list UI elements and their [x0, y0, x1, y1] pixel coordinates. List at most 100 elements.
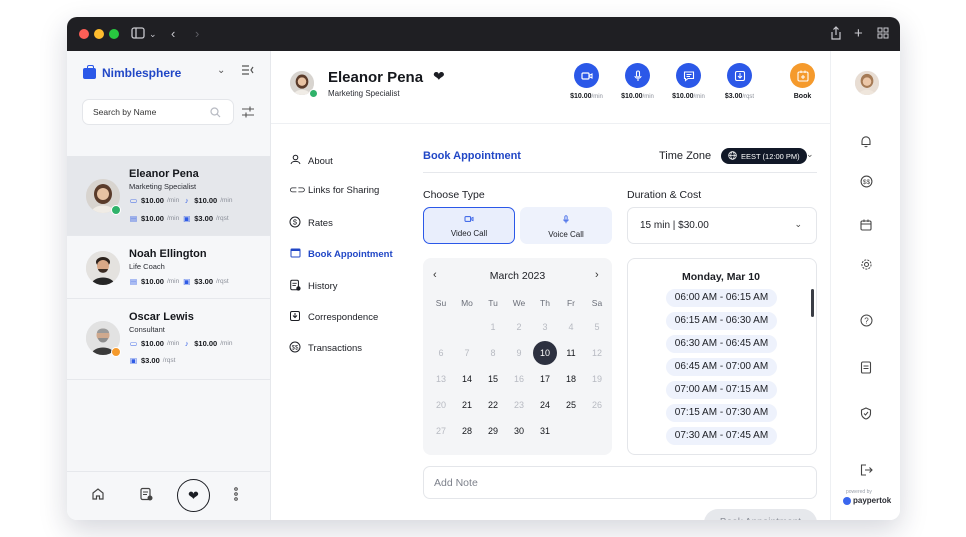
book-appointment-button[interactable]: Book Appointment: [704, 509, 817, 520]
header-divider: [271, 123, 830, 124]
video-call-type-button[interactable]: Video Call: [423, 207, 515, 244]
mic-icon: ♪: [184, 339, 189, 348]
menu-item-about[interactable]: About: [289, 154, 333, 168]
search-icon[interactable]: [210, 105, 221, 123]
back-icon[interactable]: ‹: [171, 25, 175, 43]
menu-item-transactions[interactable]: $$ Transactions: [289, 341, 362, 356]
user-icon: [289, 154, 301, 168]
more-icon[interactable]: [233, 487, 239, 506]
time-slot[interactable]: 06:15 AM - 06:30 AM: [666, 312, 777, 330]
filter-icon[interactable]: [242, 105, 254, 123]
calendar-day[interactable]: 15: [482, 368, 504, 390]
voice-call-button[interactable]: $10.00/min: [615, 63, 660, 100]
slots-scrollbar[interactable]: [811, 289, 814, 317]
calendar-day[interactable]: 28: [456, 420, 478, 442]
time-slot[interactable]: 07:15 AM - 07:30 AM: [666, 404, 777, 422]
calendar-day: 7: [464, 348, 470, 358]
close-window-button[interactable]: [79, 29, 89, 39]
right-rail: $$ ? powered by paypertok: [830, 51, 900, 520]
chat-icon: ▤: [129, 214, 138, 223]
calendar-day: 9: [516, 348, 522, 358]
favorite-heart-icon[interactable]: ❤: [433, 68, 445, 85]
weekday-label: Th: [540, 298, 550, 308]
shield-icon[interactable]: [860, 407, 872, 425]
contact-item-noah-ellington[interactable]: Noah Ellington Life Coach ▤ $10.00/min ▣ $…: [67, 237, 271, 299]
app-window: ⌄ ‹ › + Nimblesphere ⌄ Search by Name El…: [67, 17, 900, 520]
section-title: Book Appointment: [423, 150, 521, 162]
time-slot[interactable]: 07:00 AM - 07:15 AM: [666, 381, 777, 399]
calendar-day-selected[interactable]: 10: [533, 341, 557, 365]
collapse-sidebar-icon[interactable]: [242, 65, 254, 78]
share-icon[interactable]: [830, 25, 842, 41]
svg-text:$$: $$: [292, 345, 299, 351]
calendar-day[interactable]: 14: [456, 368, 478, 390]
note-input[interactable]: Add Note: [423, 466, 817, 499]
video-icon: ▭: [129, 339, 138, 348]
contact-item-oscar-lewis[interactable]: Oscar Lewis Consultant ▭ $10.00/min ♪ $10.…: [67, 300, 271, 380]
forward-icon[interactable]: ›: [195, 25, 199, 43]
maximize-window-button[interactable]: [109, 29, 119, 39]
calendar-day[interactable]: 18: [560, 368, 582, 390]
video-call-button[interactable]: $10.00/min: [564, 63, 609, 100]
time-slot[interactable]: 06:30 AM - 06:45 AM: [666, 335, 777, 353]
money-icon: $$: [289, 341, 301, 356]
chevron-down-icon[interactable]: ⌄: [806, 149, 814, 160]
link-icon: ⊂⊃: [289, 185, 306, 196]
calendar-day[interactable]: 17: [534, 368, 556, 390]
favorites-button[interactable]: ❤: [177, 479, 210, 512]
calendar-day[interactable]: 24: [534, 394, 556, 416]
logout-icon[interactable]: [860, 463, 873, 481]
timezone-select[interactable]: EEST (12:00 PM): [721, 148, 807, 164]
briefcase-icon: [83, 64, 96, 79]
history-icon[interactable]: [139, 487, 153, 506]
calendar-day[interactable]: 29: [482, 420, 504, 442]
contact-role: Consultant: [129, 325, 165, 334]
time-slot[interactable]: 06:45 AM - 07:00 AM: [666, 358, 777, 376]
calendar-day[interactable]: 30: [508, 420, 530, 442]
menu-item-correspondence[interactable]: Correspondence: [289, 310, 378, 325]
bell-icon[interactable]: [860, 135, 872, 153]
menu-item-history[interactable]: History: [289, 279, 338, 294]
new-tab-icon[interactable]: +: [854, 25, 863, 43]
sidebar-toggle-icon[interactable]: [131, 25, 145, 41]
time-slot[interactable]: 07:30 AM - 07:45 AM: [666, 427, 777, 445]
duration-select[interactable]: 15 min | $30.00 ⌄: [627, 207, 817, 244]
user-avatar[interactable]: [855, 71, 879, 95]
calendar-day[interactable]: 25: [560, 394, 582, 416]
time-slot[interactable]: 06:00 AM - 06:15 AM: [666, 289, 777, 307]
time-slots-panel: Monday, Mar 10 06:00 AM - 06:15 AM 06:15 …: [627, 258, 817, 455]
calendar-day: 23: [513, 400, 524, 410]
help-icon[interactable]: ?: [860, 314, 873, 332]
title-bar: ⌄ ‹ › +: [67, 17, 900, 51]
chevron-down-icon[interactable]: ⌄: [217, 65, 225, 76]
calendar-day[interactable]: 21: [456, 394, 478, 416]
chevron-down-icon[interactable]: ⌄: [149, 25, 157, 43]
next-month-button[interactable]: ›: [595, 269, 599, 281]
gear-icon[interactable]: [860, 258, 873, 276]
inbox-icon: [289, 310, 301, 325]
contact-role: Marketing Specialist: [129, 182, 197, 191]
tabs-overview-icon[interactable]: [877, 25, 889, 41]
voice-call-type-button[interactable]: Voice Call: [520, 207, 612, 244]
workspace-switcher[interactable]: Nimblesphere: [83, 64, 181, 80]
menu-item-book-appointment[interactable]: Book Appointment: [289, 247, 393, 261]
svg-text:?: ?: [864, 316, 869, 325]
calendar-day: 2: [516, 322, 522, 332]
calendar-day[interactable]: 11: [560, 342, 582, 364]
minimize-window-button[interactable]: [94, 29, 104, 39]
calendar-day[interactable]: 22: [482, 394, 504, 416]
home-icon[interactable]: [91, 487, 105, 506]
calendar-icon[interactable]: [860, 218, 872, 236]
document-icon[interactable]: [860, 361, 872, 379]
calendar-day: 16: [513, 374, 524, 384]
request-button[interactable]: $3.00/rqst: [717, 63, 762, 100]
menu-item-links[interactable]: ⊂⊃ Links for Sharing: [289, 185, 379, 196]
calendar-day[interactable]: 31: [534, 420, 556, 442]
video-icon: [424, 215, 514, 225]
book-button[interactable]: Book: [780, 63, 825, 100]
contact-item-eleanor-pena[interactable]: Eleanor Pena Marketing Specialist ▭ $10.0…: [67, 156, 271, 236]
chat-button[interactable]: $10.00/min: [666, 63, 711, 100]
menu-item-rates[interactable]: $ Rates: [289, 216, 333, 231]
slots-date-title: Monday, Mar 10: [682, 271, 760, 283]
money-icon[interactable]: $$: [860, 175, 873, 193]
